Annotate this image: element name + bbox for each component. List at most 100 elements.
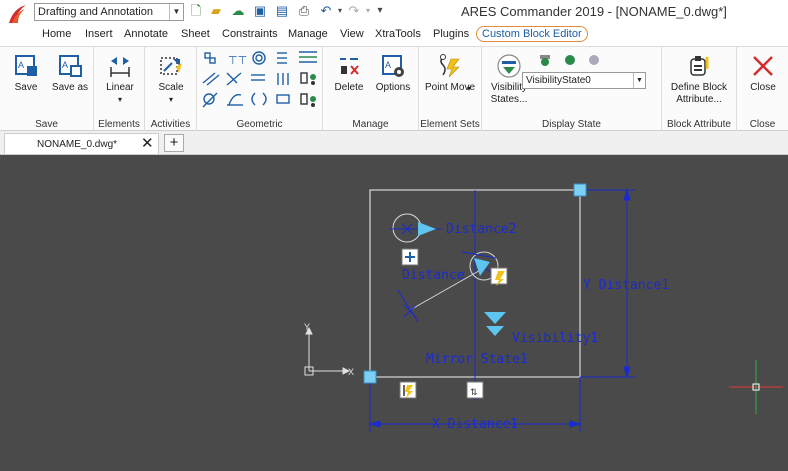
activity-icon-distance[interactable] — [490, 267, 508, 286]
define-attribute-icon — [690, 56, 709, 76]
svg-text:A: A — [18, 60, 24, 70]
document-tab[interactable]: NONAME_0.dwg* ✕ — [4, 133, 159, 154]
group-label-elements: Elements — [98, 119, 140, 130]
svg-text:A: A — [62, 60, 68, 70]
element-sets-group: Point Move ▾ Element Sets — [419, 47, 482, 132]
save-as-icon[interactable]: ▤ — [274, 3, 290, 19]
point-move-button[interactable]: Point Move ▾ — [423, 51, 477, 94]
drawing-svg[interactable]: Y Distance1 X Distance1 Distance2 Distan… — [0, 155, 788, 471]
ribbon: A Save A Save as Save Linear ▾ Elements … — [0, 46, 788, 132]
tab-home[interactable]: Home — [42, 28, 71, 40]
scale-icon — [160, 57, 182, 75]
customize-icon[interactable]: ▾ — [372, 3, 388, 19]
tab-insert[interactable]: Insert — [85, 28, 113, 40]
save-group: A Save A Save as Save — [0, 47, 94, 132]
title-bar: Drafting and Annotation ▼ 🗋 ▰ ☁ ▣ ▤ ⎙ ↶ … — [0, 0, 788, 24]
group-label-close: Close — [749, 119, 776, 130]
y-distance-label: Y Distance1 — [583, 278, 669, 293]
cloud-icon[interactable]: ☁ — [230, 3, 246, 19]
options-button[interactable]: A Options — [371, 51, 415, 94]
group-label-geometric: Geometric — [236, 119, 283, 130]
save-icon[interactable]: ▣ — [252, 3, 268, 19]
tab-custom-block-editor[interactable]: Custom Block Editor — [476, 26, 588, 42]
corner-grip-top-right[interactable] — [573, 183, 587, 197]
new-tab-button[interactable]: + — [164, 134, 184, 152]
save-as-block-icon: A — [59, 55, 82, 77]
group-label-element-sets: Element Sets — [420, 119, 480, 130]
tab-view[interactable]: View — [340, 28, 364, 40]
close-group: Close Close — [737, 47, 788, 132]
tab-plugins[interactable]: Plugins — [433, 28, 469, 40]
geometric-group: ⊤⊤ Geometric — [197, 47, 323, 132]
ucs-y-label: Y — [304, 322, 310, 332]
corner-grip-bottom-left[interactable] — [363, 370, 377, 384]
new-icon[interactable]: 🗋 — [188, 3, 204, 19]
visible-state-icon — [565, 55, 575, 65]
chevron-down-icon: ▼ — [169, 4, 183, 20]
delete-button[interactable]: Delete — [329, 51, 369, 94]
close-icon[interactable]: ✕ — [141, 135, 154, 152]
group-label-manage: Manage — [352, 119, 389, 130]
crosshair-cursor — [729, 360, 783, 414]
ribbon-tabs: Home Insert Annotate Sheet Constraints M… — [0, 24, 788, 46]
svg-text:⊤⊤: ⊤⊤ — [228, 55, 247, 67]
distance-label: Distance — [402, 268, 465, 283]
visibility-states-icon — [497, 54, 521, 78]
tab-manage[interactable]: Manage — [288, 28, 328, 40]
define-block-attribute-button[interactable]: Define Block Attribute... — [664, 51, 734, 106]
show-visibility-icon — [540, 55, 550, 66]
geometric-constraints-icons: ⊤⊤ — [202, 51, 317, 108]
distance2-grip-arrow[interactable] — [418, 222, 436, 236]
hidden-state-icon — [589, 55, 599, 65]
manage-group: Delete A Options Manage — [323, 47, 419, 132]
delete-label: Delete — [334, 82, 364, 93]
save-button[interactable]: A Save — [6, 51, 46, 94]
chevron-down-icon: ▾ — [168, 95, 173, 104]
block-attribute-group: Define Block Attribute... Block Attribut… — [662, 47, 737, 132]
svg-text:A: A — [385, 60, 391, 70]
visibility-state-select[interactable]: VisibilityState0 ▼ — [522, 72, 646, 89]
ares-logo-icon — [9, 5, 26, 23]
drawing-canvas[interactable]: Y Distance1 X Distance1 Distance2 Distan… — [0, 155, 788, 471]
distance-grip-arrow[interactable] — [474, 258, 490, 276]
tab-sheet[interactable]: Sheet — [181, 28, 210, 40]
group-label-display-state: Display State — [542, 119, 601, 130]
group-label-activities: Activities — [150, 119, 191, 130]
activity-icon-distance2[interactable] — [401, 248, 419, 266]
visibility-label: Visibility1 — [512, 331, 598, 346]
visibility-mode-icons — [540, 55, 599, 66]
workspace-value: Drafting and Annotation — [38, 6, 153, 18]
group-label-save: Save — [35, 119, 58, 130]
mirror-state-label: Mirror State1 — [426, 352, 528, 367]
save-as-button[interactable]: A Save as — [48, 51, 92, 94]
elements-group: Linear ▾ Elements — [94, 47, 145, 132]
svg-text:⇅: ⇅ — [470, 387, 478, 397]
workspace-select[interactable]: Drafting and Annotation ▼ — [34, 3, 184, 21]
scale-button[interactable]: Scale ▾ — [149, 51, 193, 106]
tab-annotate[interactable]: Annotate — [124, 28, 168, 40]
visibility-grip-icon[interactable] — [484, 312, 506, 324]
document-tab-label: NONAME_0.dwg* — [37, 139, 118, 150]
activity-icon-x-distance[interactable] — [399, 381, 417, 399]
point-move-icon — [440, 54, 460, 78]
ucs-icon — [304, 326, 351, 376]
define-block-attribute-label: Define Block Attribute... — [670, 82, 728, 105]
distance2-grip-circle[interactable] — [392, 213, 422, 243]
open-icon[interactable]: ▰ — [208, 3, 224, 19]
activity-icon-mirror[interactable]: ⇅ — [466, 381, 484, 399]
tab-constraints[interactable]: Constraints — [222, 28, 278, 40]
linear-dimension-icon — [110, 57, 130, 77]
save-block-icon: A — [15, 55, 37, 76]
scale-label: Scale — [158, 82, 184, 93]
close-icon — [753, 56, 773, 76]
linear-button[interactable]: Linear ▾ — [98, 51, 142, 106]
close-label: Close — [750, 82, 776, 93]
close-editor-button[interactable]: Close — [741, 51, 785, 94]
tab-xtratools[interactable]: XtraTools — [375, 28, 421, 40]
display-state-group: Visibility States... VisibilityState0 ▼ … — [482, 47, 662, 132]
delete-constraint-icon — [340, 58, 359, 75]
x-distance-label: X Distance1 — [432, 417, 518, 432]
distance2-label: Distance2 — [446, 222, 516, 237]
print-icon[interactable]: ⎙ — [296, 3, 312, 19]
activities-group: Scale ▾ Activities — [145, 47, 197, 132]
